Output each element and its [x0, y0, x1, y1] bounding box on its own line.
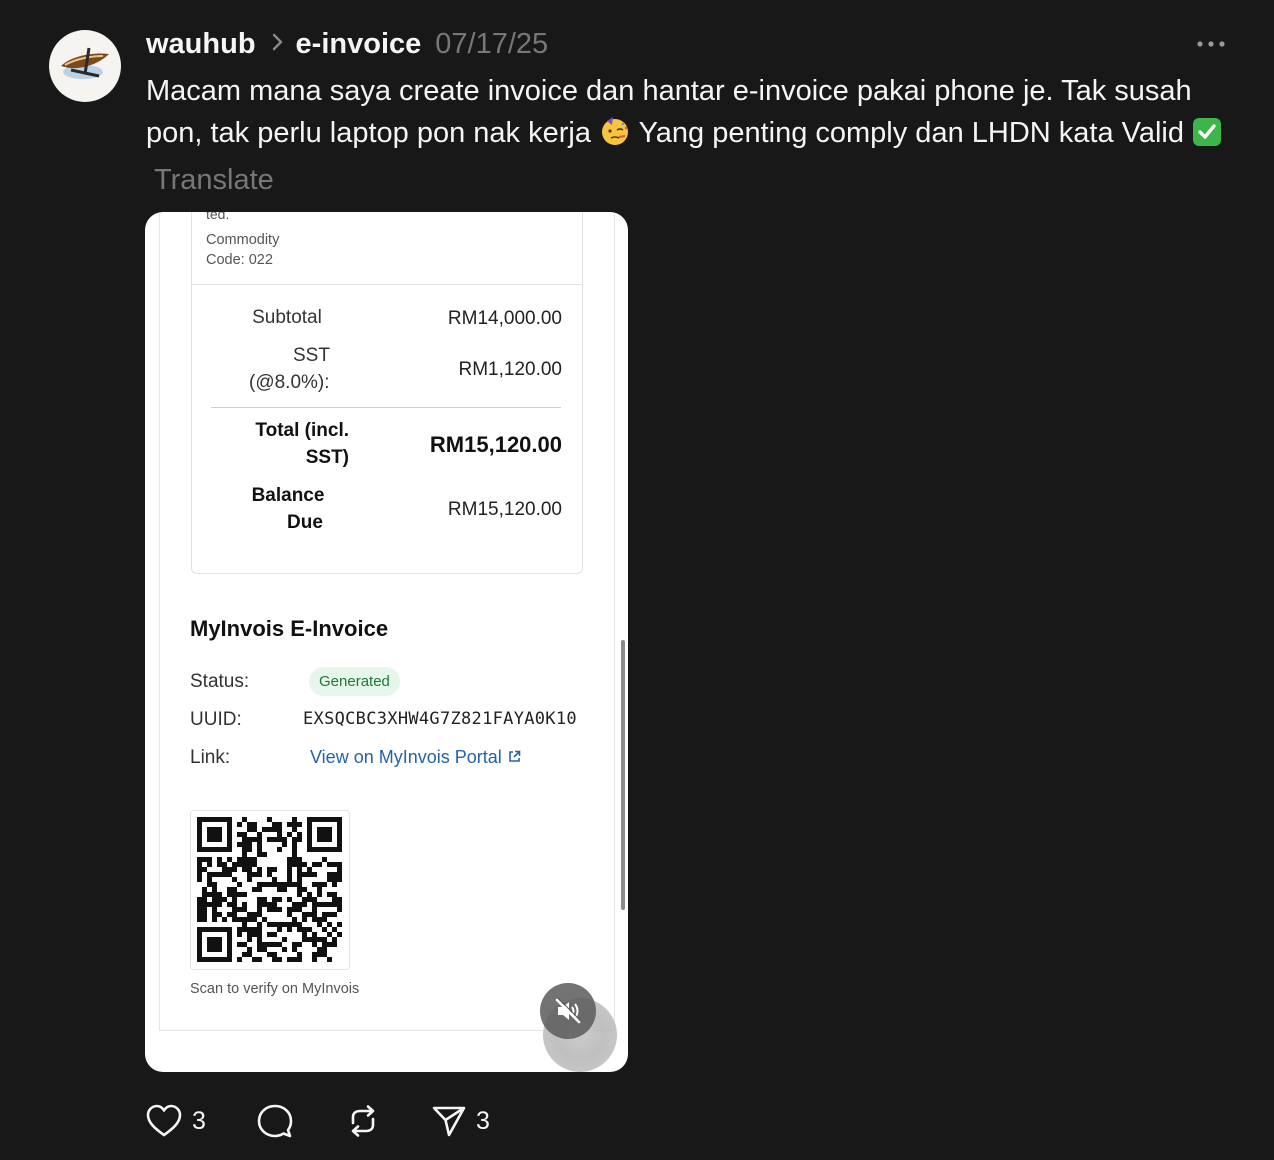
commodity-label: Commodity [206, 232, 280, 248]
repost-icon [351, 1105, 375, 1137]
post-date: 07/17/25 [435, 27, 549, 60]
post-media-video[interactable]: ted. Commodity Code: 022 Subtotal RM14,0… [145, 212, 628, 1072]
myinvois-portal-link[interactable]: View on MyInvois Portal [310, 747, 521, 768]
portal-link-text[interactable]: View on MyInvois Portal [310, 747, 502, 768]
post-text: Macam mana saya create invoice dan hanta… [146, 70, 1226, 201]
scan-to-verify-text: Scan to verify on MyInvois [190, 981, 360, 997]
total-label-line1: Total (incl. [255, 420, 349, 441]
cut-off-text: ted. [206, 212, 230, 222]
qr-code [190, 810, 350, 970]
status-label: Status: [190, 671, 250, 692]
subtotal-label: Subtotal [252, 307, 322, 328]
more-options-icon[interactable] [1194, 35, 1228, 53]
boat-logo-icon [61, 47, 109, 79]
username[interactable]: wauhub [146, 28, 256, 61]
balance-label-line2: Due [287, 512, 323, 533]
total-label-line2: SST) [305, 447, 349, 468]
translate-link[interactable]: Translate [154, 164, 274, 196]
share-count: 3 [476, 1106, 490, 1135]
divider [211, 407, 561, 408]
balance-label-line1: Balance [251, 485, 325, 506]
like-count: 3 [192, 1106, 206, 1135]
post-header: wauhub e-invoice 07/17/25 [146, 26, 548, 62]
commodity-code-value: Code: 022 [206, 252, 273, 268]
subtotal-value: RM14,000.00 [447, 308, 562, 329]
balance-due-label: Balance Due [237, 482, 339, 536]
repost-button[interactable] [345, 1100, 381, 1142]
external-link-icon [508, 747, 521, 768]
post-text-part2: Yang penting comply dan LHDN kata Valid [631, 117, 1193, 149]
partying-face-emoji-icon [599, 115, 631, 159]
chevron-right-icon [272, 32, 284, 57]
share-button[interactable]: 3 [432, 1100, 490, 1142]
mute-button[interactable] [540, 983, 596, 1039]
sst-label: SST (@8.0%): [237, 342, 385, 396]
divider [191, 284, 582, 285]
commodity-code: Commodity Code: 022 [206, 230, 346, 270]
link-label: Link: [190, 747, 231, 768]
send-icon [432, 1106, 466, 1137]
qr-code-icon [197, 817, 342, 962]
total-label: Total (incl. SST) [237, 417, 349, 471]
total-value: RM15,120.00 [429, 432, 562, 457]
sst-label-line1: SST [293, 345, 330, 366]
myinvois-title: MyInvois E-Invoice [190, 616, 389, 641]
heart-icon [146, 1104, 182, 1137]
like-button[interactable]: 3 [146, 1100, 206, 1142]
uuid-value: EXSQCBC3XHW4G7Z821FAYA0K10 [303, 709, 577, 729]
balance-due-value: RM15,120.00 [447, 499, 562, 520]
topic-tag[interactable]: e-invoice [296, 28, 422, 61]
sst-value: RM1,120.00 [458, 359, 562, 380]
speaker-muted-icon [555, 998, 581, 1024]
avatar[interactable] [49, 30, 121, 102]
scrollbar[interactable] [621, 640, 625, 910]
status-badge: Generated [309, 667, 400, 696]
reply-button[interactable] [257, 1100, 293, 1142]
uuid-label: UUID: [190, 709, 242, 730]
check-mark-button-emoji-icon [1192, 117, 1222, 159]
thread-post: wauhub e-invoice 07/17/25 Macam mana say… [0, 0, 1274, 1160]
comment-bubble-icon [257, 1104, 293, 1138]
sst-label-line2: (@8.0%): [249, 372, 330, 393]
